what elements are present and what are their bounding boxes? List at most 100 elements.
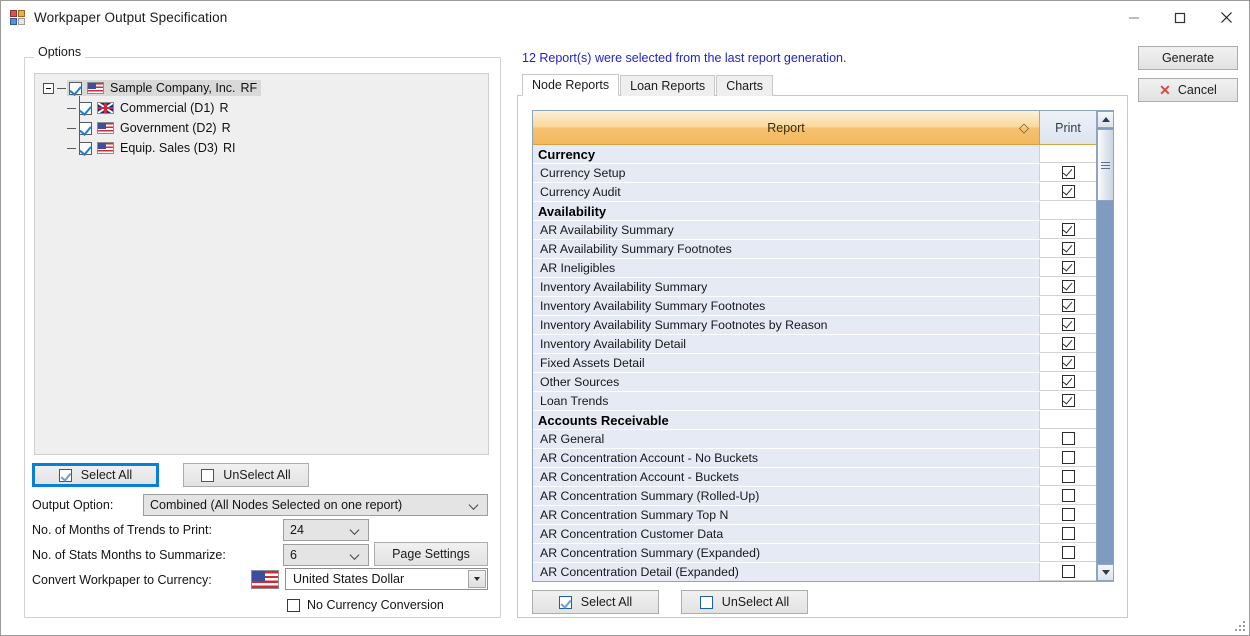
node-tree[interactable]: Sample Company, Inc. RF Commercial (D1) … [34,73,489,455]
print-checkbox[interactable] [1062,299,1075,312]
resize-grip[interactable] [1235,621,1247,633]
print-cell[interactable] [1040,354,1096,372]
tab-node-reports[interactable]: Node Reports [522,74,619,96]
collapse-icon[interactable] [43,83,54,94]
print-cell[interactable] [1040,259,1096,277]
close-icon[interactable] [1203,1,1249,34]
print-cell[interactable] [1040,316,1096,334]
reports-grid-scrollbar[interactable] [1096,111,1113,581]
report-row[interactable]: AR Concentration Summary (Expanded) [533,544,1096,563]
print-cell[interactable] [1040,392,1096,410]
tree-checkbox[interactable] [79,142,92,155]
tree-node-equip-sales[interactable]: Equip. Sales (D3) RI [35,138,488,158]
report-row[interactable]: AR Concentration Customer Data [533,525,1096,544]
report-row[interactable]: AR Concentration Account - No Buckets [533,449,1096,468]
print-cell[interactable] [1040,430,1096,448]
print-checkbox[interactable] [1062,166,1075,179]
print-cell[interactable] [1040,183,1096,201]
report-group-row[interactable]: Availability [533,202,1096,221]
print-checkbox[interactable] [1062,470,1075,483]
minimize-icon[interactable] [1111,1,1157,34]
stats-months-select[interactable]: 6 [283,544,369,566]
print-cell[interactable] [1040,506,1096,524]
tree-node-commercial[interactable]: Commercial (D1) R [35,98,488,118]
print-cell[interactable] [1040,373,1096,391]
print-checkbox[interactable] [1062,375,1075,388]
print-checkbox[interactable] [1062,508,1075,521]
print-cell[interactable] [1040,449,1096,467]
print-checkbox[interactable] [1062,527,1075,540]
currency-select[interactable]: United States Dollar [285,568,488,590]
report-row[interactable]: Other Sources [533,373,1096,392]
print-cell[interactable] [1040,525,1096,543]
print-cell[interactable] [1040,563,1096,581]
print-checkbox[interactable] [1062,261,1075,274]
scrollbar-thumb[interactable] [1097,129,1114,201]
print-checkbox[interactable] [1062,565,1075,578]
print-cell[interactable] [1040,240,1096,258]
report-row[interactable]: Currency Setup [533,164,1096,183]
cancel-button[interactable]: ✕ Cancel [1138,78,1238,102]
report-row[interactable]: AR Concentration Summary Top N [533,506,1096,525]
tree-node-sample-company[interactable]: Sample Company, Inc. RF [35,78,488,98]
print-checkbox[interactable] [1062,451,1075,464]
tree-checkbox[interactable] [79,102,92,115]
scroll-down-icon[interactable] [1097,564,1114,581]
report-row[interactable]: Inventory Availability Summary Footnotes [533,297,1096,316]
tab-loan-reports[interactable]: Loan Reports [620,75,715,96]
report-row[interactable]: AR Concentration Account - Buckets [533,468,1096,487]
scroll-up-icon[interactable] [1097,111,1114,128]
print-checkbox[interactable] [1062,337,1075,350]
report-row[interactable]: Inventory Availability Detail [533,335,1096,354]
print-cell[interactable] [1040,544,1096,562]
print-cell[interactable] [1040,221,1096,239]
tree-checkbox[interactable] [79,122,92,135]
print-checkbox[interactable] [1062,356,1075,369]
reports-select-all-button[interactable]: Select All [532,590,659,614]
column-header-print[interactable]: Print [1040,111,1096,144]
tree-unselect-all-button[interactable]: UnSelect All [183,463,309,487]
print-cell[interactable] [1040,297,1096,315]
print-checkbox[interactable] [1062,432,1075,445]
report-row[interactable]: AR Concentration Summary (Rolled-Up) [533,487,1096,506]
report-row[interactable]: Fixed Assets Detail [533,354,1096,373]
tab-charts[interactable]: Charts [716,75,773,96]
report-row[interactable]: Currency Audit [533,183,1096,202]
report-row[interactable]: AR Concentration Detail (Expanded) [533,563,1096,581]
print-checkbox[interactable] [1062,546,1075,559]
maximize-icon[interactable] [1157,1,1203,34]
report-row[interactable]: AR Availability Summary [533,221,1096,240]
print-checkbox[interactable] [1062,185,1075,198]
report-row[interactable]: Inventory Availability Summary [533,278,1096,297]
print-cell[interactable] [1040,487,1096,505]
print-cell[interactable] [1040,164,1096,182]
chevron-down-icon[interactable] [468,570,486,588]
print-checkbox[interactable] [1062,318,1075,331]
report-group-row[interactable]: Accounts Receivable [533,411,1096,430]
report-row[interactable]: Loan Trends [533,392,1096,411]
print-checkbox[interactable] [1062,242,1075,255]
column-header-report[interactable]: Report ◇ [533,111,1040,144]
generate-button[interactable]: Generate [1138,46,1238,70]
no-currency-conversion-checkbox[interactable]: No Currency Conversion [287,598,444,612]
output-option-select[interactable]: Combined (All Nodes Selected on one repo… [143,494,488,516]
report-row[interactable]: AR Ineligibles [533,259,1096,278]
tree-checkbox[interactable] [69,82,82,95]
print-cell[interactable] [1040,335,1096,353]
print-checkbox[interactable] [1062,394,1075,407]
report-row[interactable]: AR Availability Summary Footnotes [533,240,1096,259]
print-cell[interactable] [1040,278,1096,296]
tree-select-all-button[interactable]: Select All [32,463,159,487]
print-cell[interactable] [1040,468,1096,486]
reports-unselect-all-button[interactable]: UnSelect All [681,590,808,614]
report-group-row[interactable]: Currency [533,145,1096,164]
report-row[interactable]: AR General [533,430,1096,449]
sort-indicator-icon[interactable]: ◇ [1019,120,1029,136]
report-row[interactable]: Inventory Availability Summary Footnotes… [533,316,1096,335]
months-of-trends-select[interactable]: 24 [283,519,369,541]
print-checkbox[interactable] [1062,489,1075,502]
page-settings-button[interactable]: Page Settings [374,542,488,566]
print-checkbox[interactable] [1062,280,1075,293]
print-checkbox[interactable] [1062,223,1075,236]
tree-node-government[interactable]: Government (D2) R [35,118,488,138]
